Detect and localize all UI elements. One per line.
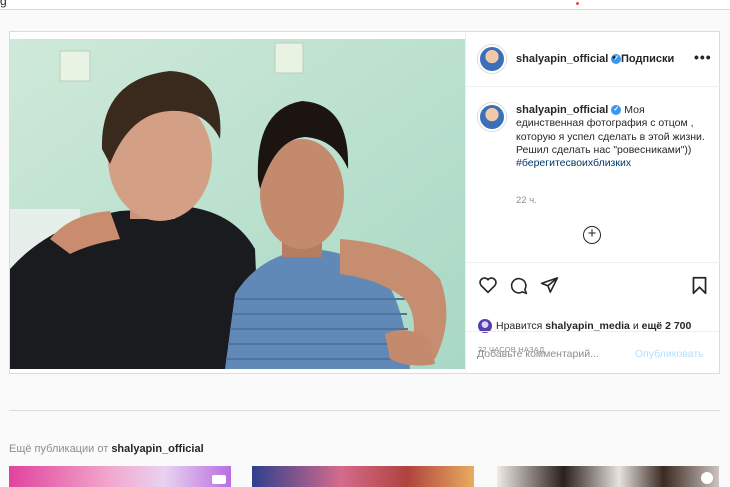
nav-text-fragment: g — [0, 0, 7, 8]
post-card: shalyapin_official ✓ • Подписки ••• shaly… — [9, 31, 720, 374]
author-username[interactable]: shalyapin_official ✓ — [516, 53, 622, 65]
separator-dot: • — [612, 52, 616, 64]
more-post-thumbnail[interactable] — [497, 466, 719, 487]
more-options-icon[interactable]: ••• — [694, 49, 712, 65]
heart-icon[interactable] — [478, 276, 498, 294]
carousel-icon — [701, 472, 713, 484]
publish-button[interactable]: Опубликовать — [635, 348, 704, 360]
more-post-thumbnail[interactable] — [252, 466, 474, 487]
post-photo[interactable] — [10, 39, 465, 369]
section-divider — [9, 410, 720, 411]
top-navigation-bar: g — [0, 0, 730, 10]
liker-username[interactable]: shalyapin_media — [545, 320, 630, 332]
igtv-icon — [212, 475, 226, 484]
bookmark-icon[interactable] — [691, 276, 708, 295]
caption-time: 22 ч. — [516, 195, 537, 206]
verified-icon: ✓ — [611, 105, 622, 116]
photo-image — [10, 39, 465, 369]
post-header: shalyapin_official ✓ • Подписки ••• — [466, 32, 720, 87]
comment-icon[interactable] — [509, 276, 528, 295]
post-caption: shalyapin_official ✓ Моя единственная фот… — [466, 87, 720, 262]
share-icon[interactable] — [540, 276, 559, 294]
caption-text: shalyapin_official ✓ Моя единственная фот… — [516, 104, 706, 170]
likes-count[interactable]: ещё 2 700 — [642, 320, 692, 332]
post-sidebar: shalyapin_official ✓ • Подписки ••• shaly… — [465, 32, 720, 373]
comment-input[interactable]: Добавьте комментарий... — [477, 348, 599, 360]
following-button[interactable]: Подписки — [621, 53, 674, 65]
caption-hashtag[interactable]: #берегитесвоихблизких — [516, 157, 631, 169]
author-avatar[interactable] — [478, 45, 506, 73]
notification-dot — [576, 2, 579, 5]
more-posts-username[interactable]: shalyapin_official — [111, 443, 203, 455]
more-posts-title: Ещё публикации от shalyapin_official — [9, 443, 204, 455]
caption-avatar[interactable] — [478, 103, 506, 131]
caption-username[interactable]: shalyapin_official ✓ — [516, 104, 622, 116]
more-post-thumbnail[interactable] — [9, 466, 231, 487]
add-icon[interactable]: + — [583, 226, 601, 244]
comment-box: Добавьте комментарий... Опубликовать — [465, 331, 719, 373]
